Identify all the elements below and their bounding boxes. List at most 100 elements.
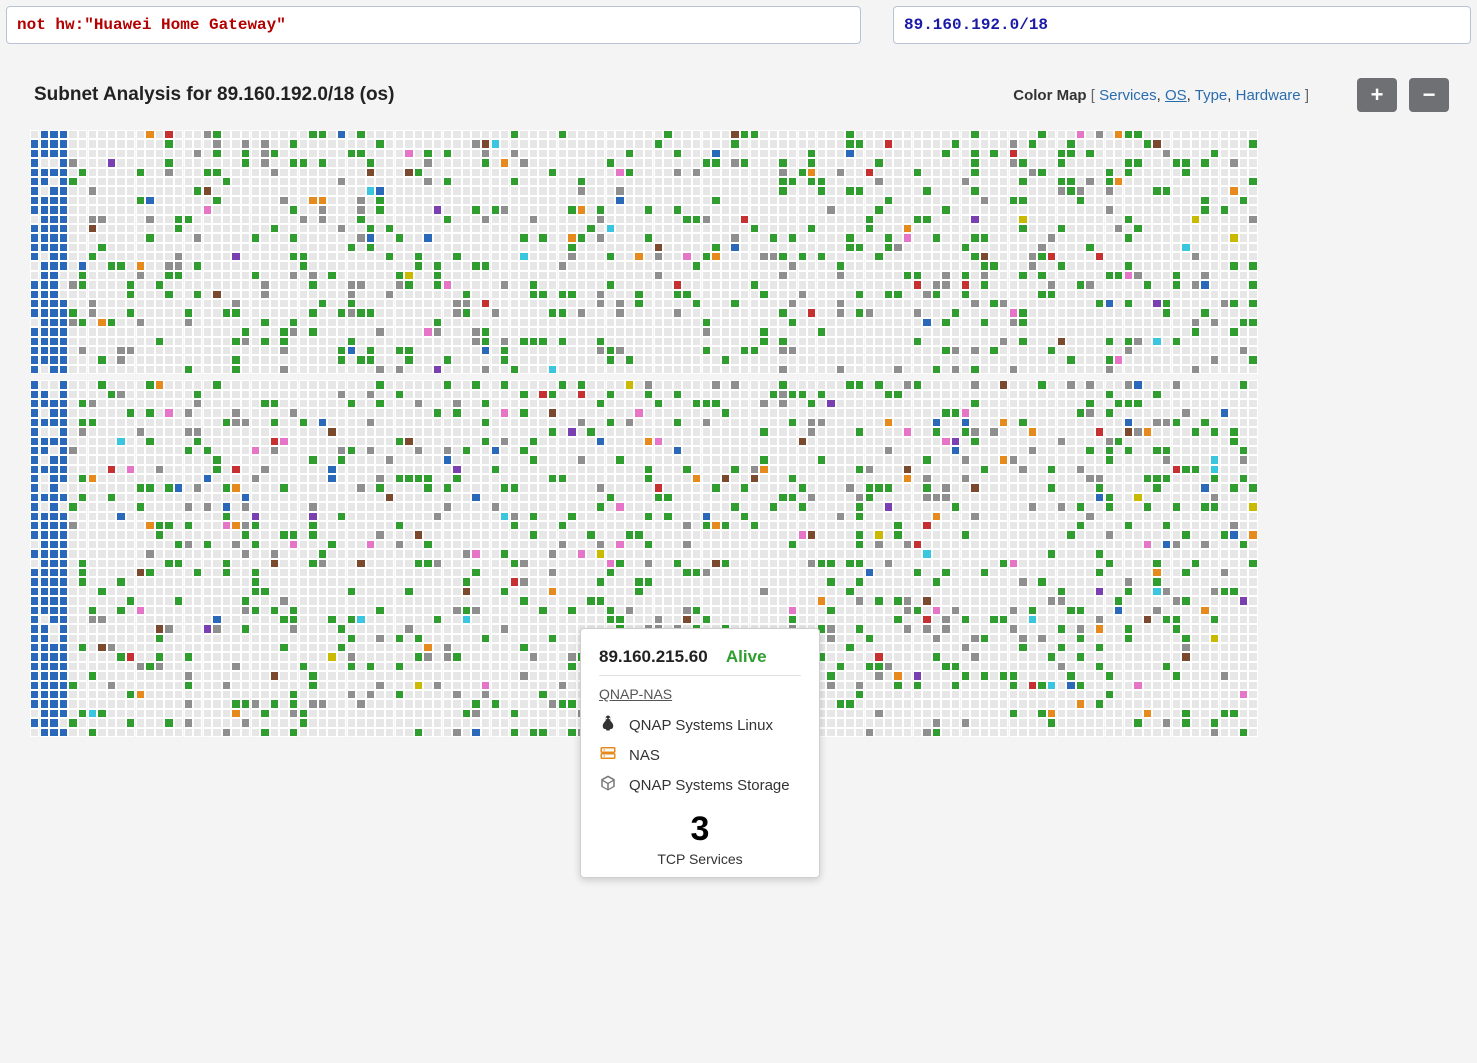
host-cell[interactable] — [452, 346, 461, 355]
host-cell[interactable] — [1057, 308, 1066, 317]
host-cell[interactable] — [327, 205, 336, 214]
host-cell[interactable] — [980, 252, 989, 261]
host-cell[interactable] — [951, 437, 960, 446]
host-cell[interactable] — [903, 399, 912, 408]
host-cell[interactable] — [711, 399, 720, 408]
host-cell[interactable] — [491, 399, 500, 408]
host-cell[interactable] — [951, 215, 960, 224]
host-cell[interactable] — [184, 346, 193, 355]
host-cell[interactable] — [922, 337, 931, 346]
host-cell[interactable] — [366, 233, 375, 242]
host-cell[interactable] — [778, 233, 787, 242]
host-cell[interactable] — [366, 261, 375, 270]
host-cell[interactable] — [817, 168, 826, 177]
host-cell[interactable] — [500, 474, 509, 483]
host-cell[interactable] — [260, 205, 269, 214]
host-cell[interactable] — [40, 446, 49, 455]
host-cell[interactable] — [231, 418, 240, 427]
host-cell[interactable] — [88, 139, 97, 148]
host-cell[interactable] — [673, 493, 682, 502]
host-cell[interactable] — [136, 427, 145, 436]
host-cell[interactable] — [203, 168, 212, 177]
host-cell[interactable] — [174, 346, 183, 355]
host-cell[interactable] — [481, 437, 490, 446]
host-cell[interactable] — [116, 365, 125, 374]
host-cell[interactable] — [279, 390, 288, 399]
host-cell[interactable] — [289, 390, 298, 399]
host-cell[interactable] — [961, 308, 970, 317]
host-cell[interactable] — [395, 346, 404, 355]
host-cell[interactable] — [270, 399, 279, 408]
host-cell[interactable] — [184, 186, 193, 195]
host-cell[interactable] — [1210, 380, 1219, 389]
host-cell[interactable] — [203, 399, 212, 408]
host-cell[interactable] — [481, 168, 490, 177]
host-cell[interactable] — [1191, 139, 1200, 148]
host-cell[interactable] — [1076, 399, 1085, 408]
host-cell[interactable] — [663, 243, 672, 252]
host-cell[interactable] — [1114, 318, 1123, 327]
host-cell[interactable] — [634, 139, 643, 148]
host-cell[interactable] — [989, 130, 998, 139]
host-cell[interactable] — [855, 418, 864, 427]
host-cell[interactable] — [155, 130, 164, 139]
host-cell[interactable] — [807, 139, 816, 148]
host-cell[interactable] — [951, 308, 960, 317]
host-cell[interactable] — [212, 483, 221, 492]
host-cell[interactable] — [308, 168, 317, 177]
host-cell[interactable] — [433, 130, 442, 139]
host-cell[interactable] — [337, 408, 346, 417]
host-cell[interactable] — [404, 318, 413, 327]
host-cell[interactable] — [136, 446, 145, 455]
colormap-option-type[interactable]: Type — [1195, 87, 1228, 104]
host-cell[interactable] — [1152, 139, 1161, 148]
host-cell[interactable] — [308, 465, 317, 474]
host-cell[interactable] — [462, 215, 471, 224]
host-cell[interactable] — [414, 399, 423, 408]
host-cell[interactable] — [203, 280, 212, 289]
host-cell[interactable] — [40, 483, 49, 492]
host-cell[interactable] — [615, 290, 624, 299]
host-cell[interactable] — [78, 427, 87, 436]
host-cell[interactable] — [116, 299, 125, 308]
host-cell[interactable] — [1047, 243, 1056, 252]
host-cell[interactable] — [145, 233, 154, 242]
host-cell[interactable] — [1114, 168, 1123, 177]
host-cell[interactable] — [740, 493, 749, 502]
host-cell[interactable] — [462, 261, 471, 270]
host-cell[interactable] — [922, 186, 931, 195]
host-cell[interactable] — [855, 252, 864, 261]
host-cell[interactable] — [519, 365, 528, 374]
host-cell[interactable] — [1105, 318, 1114, 327]
host-cell[interactable] — [826, 455, 835, 464]
host-cell[interactable] — [1248, 168, 1257, 177]
host-cell[interactable] — [769, 355, 778, 364]
host-cell[interactable] — [222, 139, 231, 148]
host-cell[interactable] — [711, 337, 720, 346]
host-cell[interactable] — [519, 261, 528, 270]
host-cell[interactable] — [184, 399, 193, 408]
host-cell[interactable] — [260, 224, 269, 233]
host-cell[interactable] — [1210, 130, 1219, 139]
host-cell[interactable] — [586, 308, 595, 317]
host-cell[interactable] — [126, 474, 135, 483]
host-cell[interactable] — [1076, 337, 1085, 346]
host-cell[interactable] — [347, 318, 356, 327]
host-cell[interactable] — [1162, 399, 1171, 408]
host-cell[interactable] — [855, 196, 864, 205]
host-cell[interactable] — [231, 149, 240, 158]
host-cell[interactable] — [270, 271, 279, 280]
host-cell[interactable] — [174, 327, 183, 336]
host-cell[interactable] — [1076, 149, 1085, 158]
host-cell[interactable] — [922, 280, 931, 289]
host-cell[interactable] — [961, 158, 970, 167]
host-cell[interactable] — [462, 437, 471, 446]
host-cell[interactable] — [231, 437, 240, 446]
host-cell[interactable] — [836, 243, 845, 252]
host-cell[interactable] — [951, 446, 960, 455]
host-cell[interactable] — [673, 205, 682, 214]
host-cell[interactable] — [807, 149, 816, 158]
host-cell[interactable] — [855, 465, 864, 474]
host-cell[interactable] — [1009, 233, 1018, 242]
host-cell[interactable] — [404, 233, 413, 242]
